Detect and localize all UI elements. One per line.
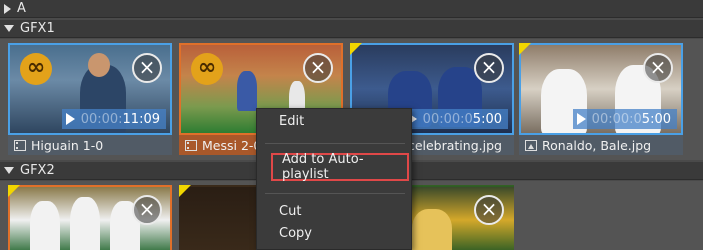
duration-badge: 00:00:0 5:00	[572, 109, 677, 129]
video-file-icon	[185, 139, 197, 151]
menu-item-cut[interactable]: Cut	[257, 201, 413, 221]
card-caption: Ronaldo, Bale.jpg	[519, 135, 683, 155]
expand-icon	[4, 3, 11, 14]
video-file-icon	[14, 139, 26, 151]
flag-marker	[350, 43, 362, 55]
close-icon[interactable]: ×	[303, 53, 333, 83]
media-card[interactable]: ∞ × 00:00: 11:09 Higuain 1-0	[8, 43, 172, 155]
section-gfx1-header[interactable]: GFX1	[0, 20, 703, 38]
menu-separator	[265, 193, 405, 194]
close-icon[interactable]: ×	[474, 195, 504, 225]
section-gfx1-label: GFX1	[20, 21, 55, 36]
duration-badge: 00:00:0 5:00	[403, 109, 508, 129]
section-a-header[interactable]: A	[0, 0, 703, 18]
close-icon[interactable]: ×	[643, 53, 673, 83]
card-caption: Higuain 1-0	[8, 135, 172, 155]
menu-item-add-to-auto-playlist[interactable]: Add to Auto-playlist	[271, 152, 409, 182]
flag-marker	[8, 185, 20, 197]
menu-item-edit[interactable]: Edit	[257, 111, 413, 131]
section-gfx2-label: GFX2	[20, 163, 55, 178]
context-menu: Edit Add to Auto-playlist Cut Copy	[256, 108, 412, 250]
media-card[interactable]: × 00:00:0 5:00 Ronaldo, Bale.jpg	[519, 43, 683, 155]
collapse-icon	[4, 25, 14, 32]
flag-marker	[179, 185, 191, 197]
menu-item-copy[interactable]: Copy	[257, 223, 413, 243]
thumbnail[interactable]: × 00:00:0 5:00	[519, 43, 683, 135]
media-card[interactable]: ×	[8, 185, 172, 250]
close-icon[interactable]: ×	[132, 53, 162, 83]
collapse-icon	[4, 167, 14, 174]
close-icon[interactable]: ×	[132, 195, 162, 225]
image-file-icon	[525, 139, 537, 151]
close-icon[interactable]: ×	[474, 53, 504, 83]
infinity-icon[interactable]: ∞	[20, 53, 52, 85]
thumbnail[interactable]: ×	[8, 185, 172, 250]
infinity-icon[interactable]: ∞	[191, 53, 223, 85]
play-icon[interactable]	[65, 113, 75, 125]
duration-badge: 00:00: 11:09	[61, 109, 166, 129]
menu-separator	[265, 143, 405, 144]
flag-marker	[519, 43, 531, 55]
thumbnail[interactable]: ∞ × 00:00: 11:09	[8, 43, 172, 135]
section-a-label: A	[17, 1, 26, 16]
play-icon[interactable]	[576, 113, 586, 125]
